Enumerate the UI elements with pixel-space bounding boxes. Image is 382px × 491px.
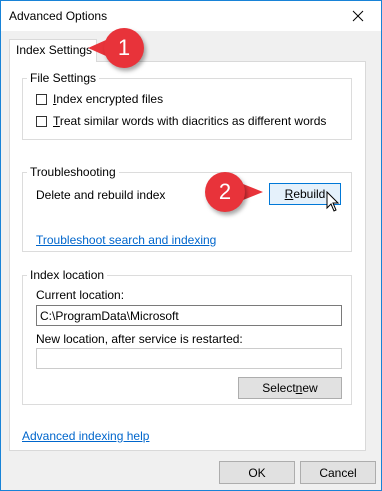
mouse-cursor-icon (326, 191, 340, 212)
rebuild-button-mnemonic: R (284, 187, 294, 201)
current-location-label: Current location: (36, 288, 125, 302)
advanced-indexing-help-link[interactable]: Advanced indexing help (22, 429, 149, 443)
advanced-options-dialog: Advanced Options Index Settings File Set… (0, 0, 382, 491)
new-location-label: New location, after service is restarted… (36, 332, 243, 346)
select-new-button-label-rest: ew (302, 381, 318, 395)
rebuild-description: Delete and rebuild index (36, 188, 166, 202)
select-new-button-label: Select (262, 381, 296, 395)
troubleshooting-legend: Troubleshooting (27, 165, 119, 179)
callout-badge-1: 1 (104, 28, 144, 68)
treat-diacritics-checkbox[interactable] (36, 115, 47, 127)
treat-diacritics-label-rest: reat similar words with diacritics as di… (59, 114, 327, 128)
select-new-button[interactable]: Select n ew (238, 377, 342, 399)
callout-2-pointer (243, 184, 263, 200)
close-button[interactable] (335, 1, 381, 31)
current-location-field[interactable] (36, 305, 342, 326)
rebuild-button-label: ebuild (293, 187, 326, 201)
index-location-group: Index location Current location: New loc… (22, 268, 352, 405)
close-icon (352, 10, 364, 22)
tab-label: Index Settings (16, 43, 93, 57)
index-encrypted-label: Index encrypted files (53, 92, 163, 106)
treat-diacritics-label: Treat similar words with diacritics as d… (53, 114, 326, 128)
index-encrypted-checkbox[interactable] (36, 93, 47, 105)
treat-diacritics-label-mnemonic: T (53, 114, 60, 128)
file-settings-group: File Settings Index encrypted files Trea… (22, 71, 352, 140)
tab-panel: File Settings Index encrypted files Trea… (9, 61, 366, 451)
ok-button-label: OK (248, 465, 266, 480)
tab-index-settings[interactable]: Index Settings (9, 39, 97, 62)
cancel-button[interactable]: Cancel (300, 461, 376, 484)
index-encrypted-label-rest: ndex encrypted files (56, 92, 164, 106)
troubleshoot-search-link[interactable]: Troubleshoot search and indexing (36, 233, 216, 247)
select-new-button-mnemonic: n (295, 381, 303, 395)
window-title: Advanced Options (9, 9, 108, 23)
ok-button[interactable]: OK (219, 461, 295, 484)
title-bar: Advanced Options (1, 1, 381, 31)
cancel-button-label: Cancel (319, 465, 357, 480)
new-location-field[interactable] (36, 348, 342, 369)
treat-diacritics-checkbox-row[interactable]: Treat similar words with diacritics as d… (36, 114, 326, 128)
troubleshooting-group: Troubleshooting Delete and rebuild index… (22, 165, 352, 252)
index-encrypted-checkbox-row[interactable]: Index encrypted files (36, 92, 163, 106)
index-location-legend: Index location (27, 268, 108, 282)
callout-badge-2: 2 (205, 172, 245, 212)
file-settings-legend: File Settings (27, 71, 100, 85)
